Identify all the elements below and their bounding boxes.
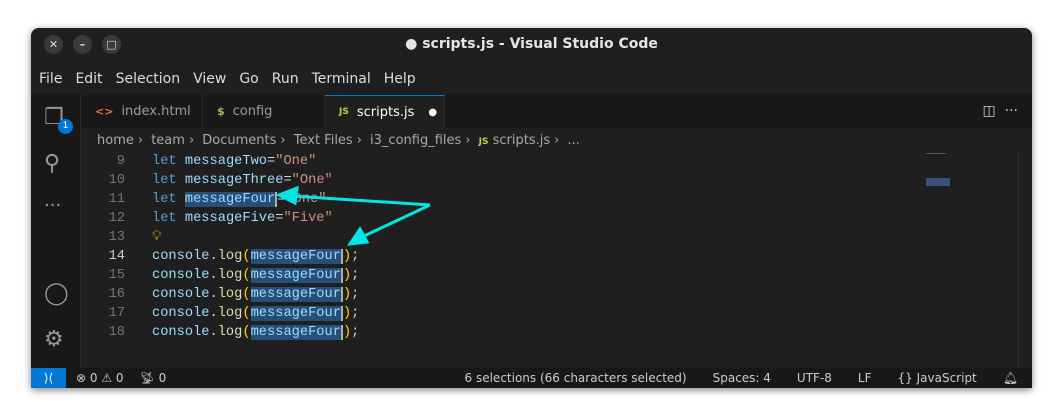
arrow-to-cursors [361, 203, 431, 239]
arrow-to-declaration [291, 194, 431, 207]
arrowhead [275, 185, 299, 206]
annotation-arrows [275, 185, 431, 246]
arrowhead [346, 226, 370, 246]
